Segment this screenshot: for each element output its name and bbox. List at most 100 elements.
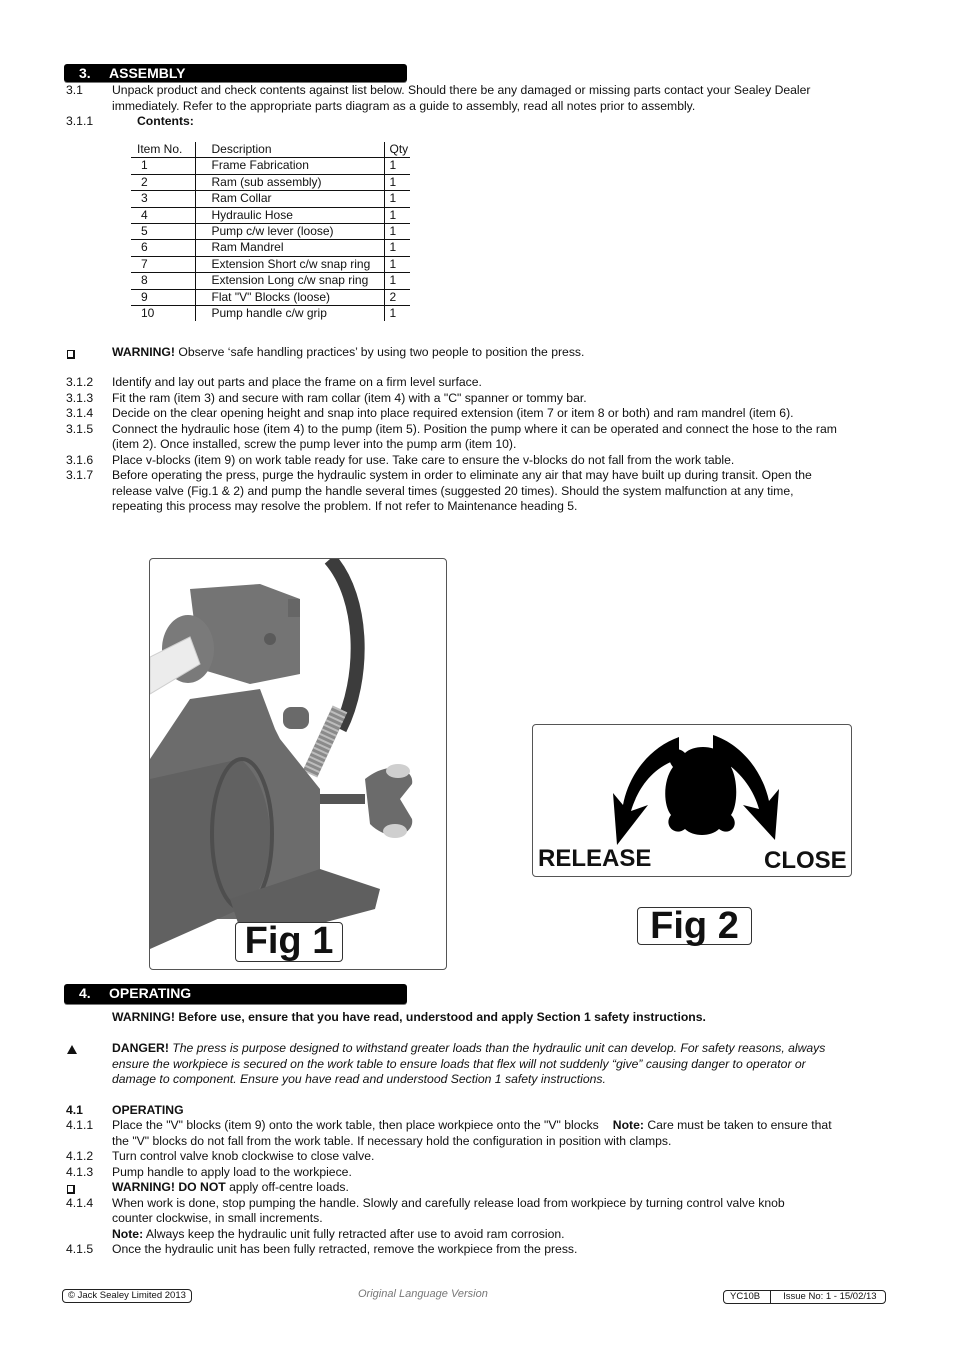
cell-item-no: 9 [131,289,196,307]
table-row: 5 Pump c/w lever (loose) 1 [131,223,410,241]
table-header-row: Item No. Description Qty [131,142,410,159]
section-heading-assembly: 3. ASSEMBLY [64,64,407,82]
footer-copyright: © Jack Sealey Limited 2013 [62,1289,192,1303]
text-line: the "V" blocks do not fall from the work… [112,1133,672,1148]
item-number: 3.1 [66,83,83,97]
text-line: (item 2). Once installed, screw the pump… [112,437,517,451]
release-label: RELEASE [538,845,652,872]
filler-cap [283,707,309,729]
step-number: 3.1.4 [66,406,94,420]
table-row: 1 Frame Fabrication 1 [131,157,410,175]
text-line: Fit the ram (item 3) and secure with ram… [112,390,587,405]
warning-text: apply off-centre loads. [225,1180,349,1194]
cell-qty: 1 [384,207,410,225]
step-number: 4.1.4 [66,1195,94,1210]
table-row: 2 Ram (sub assembly) 1 [131,174,410,192]
cell-item-no: 7 [131,256,196,274]
cell-item-no: 1 [131,157,196,175]
step-text: Once the hydraulic unit has been fully r… [112,1241,578,1256]
pump-illustration [150,559,413,949]
note-text: Always keep the hydraulic unit fully ret… [143,1226,565,1241]
step-number: 4.1.3 [66,1164,94,1179]
cell-qty: 2 [384,289,410,307]
cell-item-no: 6 [131,239,196,257]
text-line: immediately. Refer to the appropriate pa… [112,98,696,113]
cell-description: Pump handle c/w grip [195,305,385,322]
hose-spring [302,705,348,778]
table-row: 3 Ram Collar 1 [131,190,410,208]
cell-item-no: 10 [131,305,196,322]
cell-qty: 1 [384,272,410,290]
contents-label: Contents: [137,114,194,128]
subheading-number: 4.1 [66,1103,83,1117]
step-number: 4.1.1 [66,1118,94,1132]
text-line: Connect the hydraulic hose (item 4) to t… [112,421,837,436]
hydraulic-hose [324,559,365,733]
cell-item-no: 2 [131,174,196,192]
cell-qty: 1 [384,157,410,175]
text-line: Unpack product and check contents agains… [112,83,811,97]
fig1-label: Fig 1 [235,922,343,962]
text-line: Decide on the clear opening height and s… [112,406,794,420]
warning-label: WARNING! [112,345,175,359]
close-label: CLOSE [764,847,847,874]
text-line: damage to component. Ensure you have rea… [112,1072,606,1086]
cell-description: Hydraulic Hose [195,207,385,225]
header-qty: Qty [384,142,410,159]
figure-2-valve-diagram: RELEASE CLOSE [532,724,852,877]
contents-table: Item No. Description Qty 1 Frame Fabricat… [131,142,410,322]
text-line: ensure the workpiece is secured on the w… [112,1056,806,1071]
cell-qty: 1 [389,306,397,321]
cell-qty: 1 [384,239,410,257]
text-line: release valve (Fig.1 & 2) and pump the h… [112,483,794,498]
text-line: The press is purpose designed to withsta… [168,1041,826,1055]
footer-issue-box: YC10B Issue No: 1 - 15/02/13 [723,1290,886,1304]
step-number: 4.1.2 [66,1149,94,1163]
knob-highlight [386,764,410,778]
warning-text: WARNING! Before use, ensure that you hav… [112,1010,706,1024]
cell-description: Ram Collar [195,190,385,208]
table-row: 7 Extension Short c/w snap ring 1 [131,256,410,274]
subheading-title: OPERATING [112,1103,184,1117]
cell-description: Pump c/w lever (loose) [195,223,385,241]
figure-1-pump-photo: Fig 1 [149,558,447,970]
cell-item-no: 4 [131,207,196,225]
section-title: OPERATING [109,985,192,1001]
danger-label: DANGER! [112,1041,169,1055]
cell-description: Ram Mandrel [195,239,385,257]
cell-item-no: 8 [131,272,196,290]
text-line: repeating this process may resolve the p… [112,499,578,513]
cell-qty: 1 [384,190,410,208]
cell-description: Flat "V" Blocks (loose) [195,289,385,307]
section-number: 4. [79,985,91,1001]
step-number: 3.1.5 [66,421,94,436]
cell-description: Frame Fabrication [195,157,385,175]
cell-qty: 1 [384,223,410,241]
bolt [264,633,276,645]
section-number: 3. [79,65,91,81]
header-description: Description [195,142,385,159]
warning-label: WARNING! DO NOT [112,1180,226,1194]
step-number: 4.1.5 [66,1241,94,1256]
note-label: Note: [612,1118,644,1132]
pump-handle [150,636,201,695]
table-row: 10 Pump handle c/w grip 1 [131,305,410,322]
step-number: 3.1.2 [66,375,94,389]
knob-highlight [383,824,407,838]
table-row: 6 Ram Mandrel 1 [131,239,410,257]
text-line: Before operating the press, purge the hy… [112,468,812,482]
triangle-icon [66,1043,77,1059]
cell-item-no: 5 [131,223,196,241]
section-heading-operating: 4. OPERATING [64,984,407,1004]
text-segment: Care must be taken to ensure that [643,1118,832,1132]
text-segment: Place the "V" blocks (item 9) onto the w… [112,1118,599,1132]
step-text: Pump handle to apply load to the workpie… [112,1164,352,1179]
text-line: Identify and lay out parts and place the… [112,375,482,389]
section-title: ASSEMBLY [109,65,186,81]
footer-model: YC10B [724,1291,772,1303]
note-label: Note: [112,1226,144,1241]
header-item-no: Item No. [131,142,196,159]
step-number: 3.1.3 [66,390,94,405]
text-line: Place v-blocks (item 9) on work table re… [112,452,735,467]
text-line: counter clockwise, in small increments. [112,1211,323,1225]
